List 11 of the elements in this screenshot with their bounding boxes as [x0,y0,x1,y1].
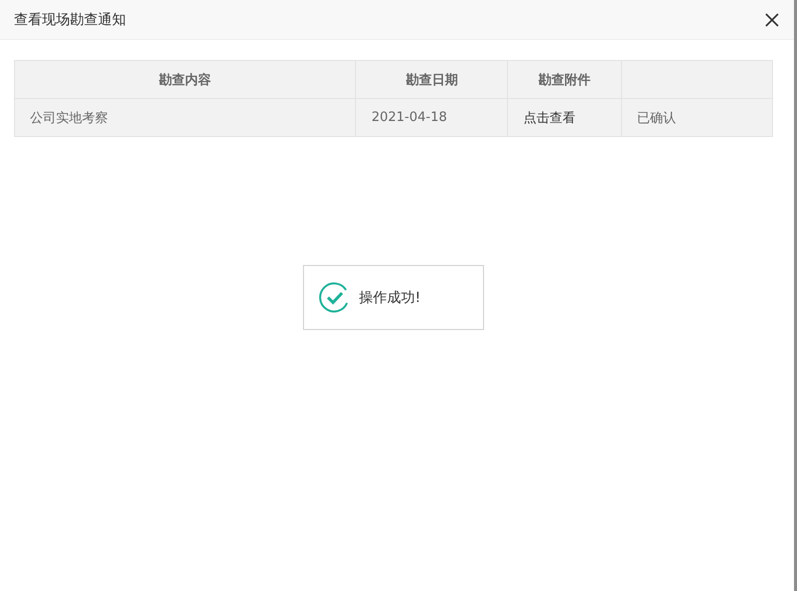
close-icon[interactable] [764,12,780,28]
check-circle-icon [319,282,350,313]
table-cell: 2021-04-18 [356,98,508,136]
view-link[interactable]: 点击查看 [508,98,622,136]
dialog-title: 查看现场勘查通知 [14,10,126,28]
column-header: 勘查内容 [14,60,356,98]
table-cell: 已确认 [622,98,772,136]
table-cell: 公司实地考察 [14,98,356,136]
column-header: 勘查附件 [508,60,622,98]
toast-message: 操作成功! [359,288,421,306]
column-header: 勘查日期 [356,60,508,98]
